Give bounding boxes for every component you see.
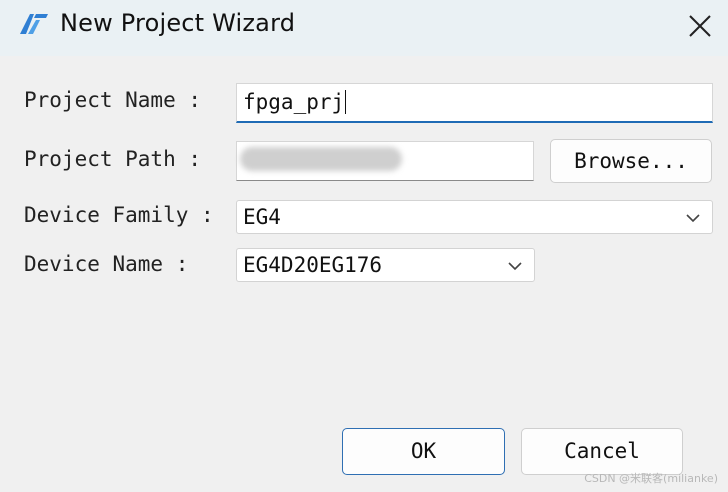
close-icon[interactable] xyxy=(684,10,716,42)
cancel-button[interactable]: Cancel xyxy=(521,428,683,475)
device-name-value: EG4D20EG176 xyxy=(243,253,383,277)
ok-button[interactable]: OK xyxy=(342,428,505,475)
text-caret xyxy=(345,90,347,114)
chevron-down-icon xyxy=(686,214,700,223)
device-family-select[interactable]: EG4 xyxy=(236,200,713,234)
project-path-label: Project Path : xyxy=(24,147,202,171)
title-bar: New Project Wizard xyxy=(0,0,728,56)
redacted-path xyxy=(240,147,402,171)
device-family-value: EG4 xyxy=(243,205,281,229)
project-name-value: fpga_prj xyxy=(243,90,345,114)
device-name-label: Device Name : xyxy=(24,252,189,276)
chevron-down-icon xyxy=(508,262,522,271)
browse-button[interactable]: Browse... xyxy=(550,139,712,183)
project-name-label: Project Name : xyxy=(24,88,202,112)
project-name-input[interactable]: fpga_prj xyxy=(236,83,713,123)
device-family-label: Device Family : xyxy=(24,203,214,227)
watermark: CSDN @米联客(milianke) xyxy=(584,472,718,485)
app-logo-icon xyxy=(20,14,48,34)
window-title: New Project Wizard xyxy=(60,9,296,37)
device-name-select[interactable]: EG4D20EG176 xyxy=(236,248,535,282)
